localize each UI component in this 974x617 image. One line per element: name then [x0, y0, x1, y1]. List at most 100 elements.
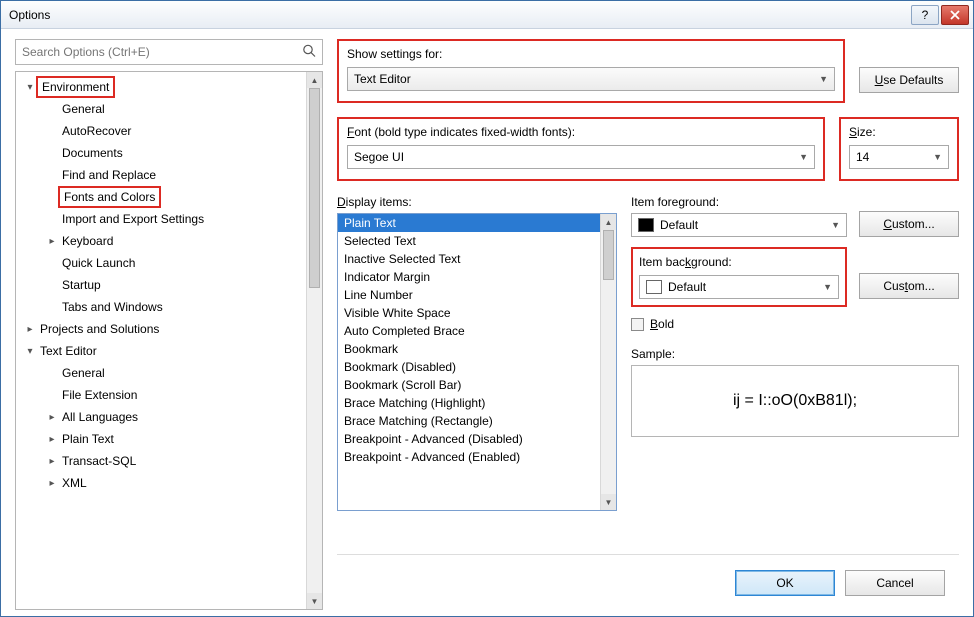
- bold-checkbox-row[interactable]: Bold: [631, 317, 959, 331]
- show-settings-label: Show settings for:: [347, 47, 835, 61]
- listbox-scrollbar[interactable]: ▲ ▼: [600, 214, 616, 510]
- show-settings-combo[interactable]: Text Editor ▼: [347, 67, 835, 91]
- scroll-down-button[interactable]: ▼: [601, 494, 616, 510]
- right-column: Show settings for: Text Editor ▼ Use Def…: [337, 39, 959, 610]
- display-item[interactable]: Plain Text: [338, 214, 600, 232]
- tree-item-label: Tabs and Windows: [58, 298, 167, 316]
- tree-item[interactable]: General: [16, 362, 306, 384]
- search-input[interactable]: [16, 40, 322, 64]
- close-button[interactable]: [941, 5, 969, 25]
- display-item[interactable]: Bookmark (Disabled): [338, 358, 600, 376]
- font-label: Font (bold type indicates fixed-width fo…: [347, 125, 815, 139]
- foreground-custom-button[interactable]: Custom...: [859, 211, 959, 237]
- display-item[interactable]: Bookmark: [338, 340, 600, 358]
- expand-closed-icon[interactable]: ▸: [46, 412, 58, 423]
- size-value: 14: [856, 150, 869, 164]
- tree-item[interactable]: Import and Export Settings: [16, 208, 306, 230]
- chevron-down-icon: ▼: [933, 152, 942, 162]
- tree-item[interactable]: ▸Keyboard: [16, 230, 306, 252]
- tree-item[interactable]: ▸XML: [16, 472, 306, 494]
- window-title: Options: [9, 8, 911, 22]
- bold-label: Bold: [650, 317, 674, 331]
- expand-open-icon[interactable]: ▾: [24, 346, 36, 357]
- tree-item[interactable]: AutoRecover: [16, 120, 306, 142]
- tree-item-label: Import and Export Settings: [58, 210, 208, 228]
- scroll-track[interactable]: [601, 230, 616, 494]
- display-item[interactable]: Bookmark (Scroll Bar): [338, 376, 600, 394]
- display-items-listbox[interactable]: Plain TextSelected TextInactive Selected…: [337, 213, 617, 511]
- scroll-thumb[interactable]: [603, 230, 614, 280]
- tree-item[interactable]: ▾Environment: [16, 76, 306, 98]
- tree-item[interactable]: ▸Transact-SQL: [16, 450, 306, 472]
- expand-closed-icon[interactable]: ▸: [46, 434, 58, 445]
- display-item[interactable]: Indicator Margin: [338, 268, 600, 286]
- display-items-label: Display items:: [337, 195, 617, 209]
- item-background-label: Item background:: [639, 255, 839, 269]
- display-item[interactable]: Line Number: [338, 286, 600, 304]
- display-item[interactable]: Selected Text: [338, 232, 600, 250]
- tree-item-label: All Languages: [58, 408, 142, 426]
- ok-button[interactable]: OK: [735, 570, 835, 596]
- tree-item[interactable]: File Extension: [16, 384, 306, 406]
- tree-item[interactable]: Find and Replace: [16, 164, 306, 186]
- display-item[interactable]: Visible White Space: [338, 304, 600, 322]
- tree-item[interactable]: ▸Projects and Solutions: [16, 318, 306, 340]
- tree-item[interactable]: ▾Text Editor: [16, 340, 306, 362]
- item-foreground-label: Item foreground:: [631, 195, 847, 209]
- tree-item[interactable]: Quick Launch: [16, 252, 306, 274]
- display-item[interactable]: Inactive Selected Text: [338, 250, 600, 268]
- item-foreground-value: Default: [660, 218, 698, 232]
- tree-item[interactable]: Documents: [16, 142, 306, 164]
- scroll-up-button[interactable]: ▲: [601, 214, 616, 230]
- tree-item-label: XML: [58, 474, 91, 492]
- expand-closed-icon[interactable]: ▸: [24, 324, 36, 335]
- tree-item[interactable]: Startup: [16, 274, 306, 296]
- display-item[interactable]: Auto Completed Brace: [338, 322, 600, 340]
- font-combo[interactable]: Segoe UI ▼: [347, 145, 815, 169]
- search-box[interactable]: [15, 39, 323, 65]
- dialog-footer: OK Cancel: [337, 554, 959, 610]
- item-background-value: Default: [668, 280, 706, 294]
- scroll-track[interactable]: [307, 88, 322, 593]
- tree-item-label: Quick Launch: [58, 254, 139, 272]
- background-custom-button[interactable]: Custom...: [859, 273, 959, 299]
- item-background-combo[interactable]: Default ▼: [639, 275, 839, 299]
- display-item[interactable]: Brace Matching (Rectangle): [338, 412, 600, 430]
- tree-item[interactable]: Tabs and Windows: [16, 296, 306, 318]
- tree-item[interactable]: ▸All Languages: [16, 406, 306, 428]
- tree-scrollbar[interactable]: ▲ ▼: [306, 72, 322, 609]
- expand-closed-icon[interactable]: ▸: [46, 478, 58, 489]
- sample-text: ij = I::oO(0xB81l);: [733, 392, 857, 410]
- bold-checkbox[interactable]: [631, 318, 644, 331]
- display-item[interactable]: Brace Matching (Highlight): [338, 394, 600, 412]
- expand-closed-icon[interactable]: ▸: [46, 456, 58, 467]
- tree-item[interactable]: Fonts and Colors: [16, 186, 306, 208]
- tree-item-label: Environment: [36, 76, 115, 98]
- size-combo[interactable]: 14 ▼: [849, 145, 949, 169]
- scroll-thumb[interactable]: [309, 88, 320, 288]
- tree-item[interactable]: ▸Plain Text: [16, 428, 306, 450]
- scroll-down-button[interactable]: ▼: [307, 593, 322, 609]
- background-swatch: [646, 280, 662, 294]
- tree-item-label: Projects and Solutions: [36, 320, 163, 338]
- tree-item-label: General: [58, 364, 109, 382]
- expand-closed-icon[interactable]: ▸: [46, 236, 58, 247]
- options-tree[interactable]: ▾EnvironmentGeneralAutoRecoverDocumentsF…: [16, 72, 306, 609]
- item-background-group: Item background: Default ▼: [631, 247, 847, 307]
- font-group: Font (bold type indicates fixed-width fo…: [337, 117, 825, 181]
- dialog-body: ▾EnvironmentGeneralAutoRecoverDocumentsF…: [1, 29, 973, 616]
- tree-item-label: Keyboard: [58, 232, 117, 250]
- use-defaults-button[interactable]: Use Defaults: [859, 67, 959, 93]
- options-dialog: Options ? ▾EnvironmentGeneralAutoRecover…: [0, 0, 974, 617]
- display-item[interactable]: Breakpoint - Advanced (Enabled): [338, 448, 600, 466]
- expand-open-icon[interactable]: ▾: [24, 82, 36, 93]
- help-button[interactable]: ?: [911, 5, 939, 25]
- font-value: Segoe UI: [354, 150, 404, 164]
- tree-item[interactable]: General: [16, 98, 306, 120]
- titlebar-buttons: ?: [911, 5, 969, 25]
- search-icon: [302, 44, 316, 61]
- item-foreground-combo[interactable]: Default ▼: [631, 213, 847, 237]
- scroll-up-button[interactable]: ▲: [307, 72, 322, 88]
- cancel-button[interactable]: Cancel: [845, 570, 945, 596]
- display-item[interactable]: Breakpoint - Advanced (Disabled): [338, 430, 600, 448]
